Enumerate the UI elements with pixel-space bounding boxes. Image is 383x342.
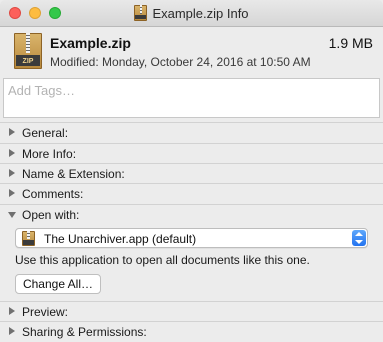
section-name-extension-label: Name & Extension: (22, 167, 125, 181)
popup-arrows-icon[interactable] (352, 230, 366, 246)
section-comments[interactable]: Comments: (0, 183, 383, 203)
modified-date: Modified: Monday, October 24, 2016 at 10… (50, 55, 311, 69)
zip-icon-label: ZIP (22, 58, 34, 65)
window-title-text: Example.zip Info (152, 6, 249, 21)
window-title: Example.zip Info (0, 5, 383, 21)
open-with-panel: The Unarchiver.app (default) Use this ap… (0, 224, 383, 300)
file-name: Example.zip (50, 35, 131, 51)
disclosure-triangle-icon[interactable] (8, 212, 16, 218)
zip-file-icon: ZIP (14, 33, 42, 69)
disclosure-triangle-icon[interactable] (9, 149, 15, 157)
change-all-button[interactable]: Change All… (15, 274, 101, 294)
section-general[interactable]: General: (0, 122, 383, 142)
unarchiver-app-icon (22, 231, 35, 246)
section-more-info-label: More Info: (22, 147, 77, 161)
section-more-info[interactable]: More Info: (0, 143, 383, 163)
section-preview-label: Preview: (22, 305, 69, 319)
disclosure-triangle-icon[interactable] (9, 128, 15, 136)
disclosure-triangle-icon[interactable] (9, 327, 15, 335)
section-sharing-permissions-label: Sharing & Permissions: (22, 325, 147, 339)
section-general-label: General: (22, 126, 69, 140)
file-size: 1.9 MB (328, 35, 373, 51)
modified-value: Monday, October 24, 2016 at 10:50 AM (102, 55, 311, 69)
section-sharing-permissions[interactable]: Sharing & Permissions: (0, 321, 383, 341)
title-bar[interactable]: Example.zip Info (0, 0, 383, 27)
section-name-extension[interactable]: Name & Extension: (0, 163, 383, 183)
section-open-with-label: Open with: (22, 208, 80, 222)
modified-label: Modified: (50, 55, 99, 69)
tags-field[interactable] (3, 78, 380, 118)
tags-input[interactable] (8, 83, 375, 98)
open-with-popup[interactable]: The Unarchiver.app (default) (15, 228, 368, 248)
disclosure-triangle-icon[interactable] (9, 307, 15, 315)
open-with-hint: Use this application to open all documen… (15, 253, 310, 267)
zip-file-icon (134, 5, 148, 21)
open-with-selected-app: The Unarchiver.app (default) (44, 232, 197, 246)
section-preview[interactable]: Preview: (0, 301, 383, 321)
section-open-with[interactable]: Open with: (0, 204, 383, 224)
disclosure-triangle-icon[interactable] (9, 169, 15, 177)
section-comments-label: Comments: (22, 187, 84, 201)
info-window: Example.zip Info ZIP Example.zip 1.9 MB … (0, 0, 383, 342)
disclosure-triangle-icon[interactable] (9, 189, 15, 197)
